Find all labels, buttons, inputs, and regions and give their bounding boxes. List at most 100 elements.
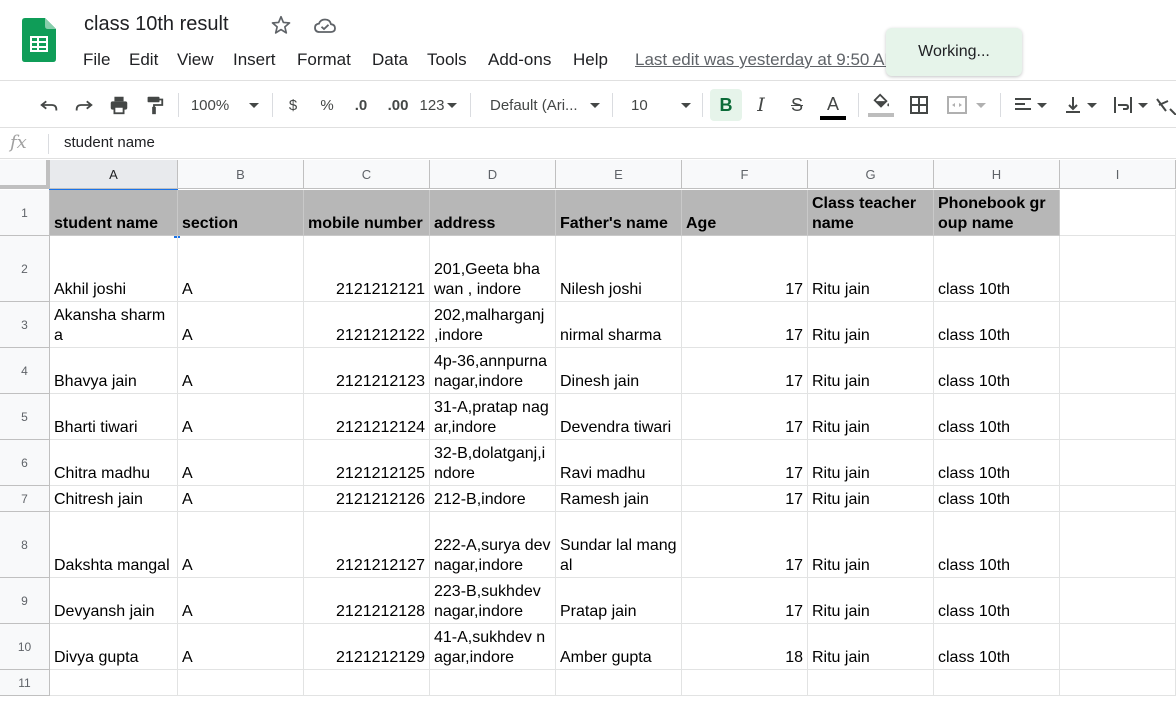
- cell-f4[interactable]: 17: [682, 348, 808, 394]
- column-header-f[interactable]: F: [682, 160, 808, 189]
- cell-i10[interactable]: [1060, 624, 1176, 670]
- cell-e6[interactable]: Ravi madhu: [556, 440, 682, 486]
- cloud-saved-icon[interactable]: [313, 15, 337, 37]
- cell-f2[interactable]: 17: [682, 236, 808, 302]
- cell-b2[interactable]: A: [178, 236, 304, 302]
- column-header-a[interactable]: A: [50, 160, 178, 189]
- cell-i7[interactable]: [1060, 486, 1176, 512]
- percent-format-button[interactable]: %: [314, 81, 340, 129]
- cell-c11[interactable]: [304, 670, 430, 696]
- currency-format-button[interactable]: $: [280, 81, 306, 129]
- vertical-align-icon[interactable]: [1058, 81, 1102, 129]
- cell-h11[interactable]: [934, 670, 1060, 696]
- more-formats-select[interactable]: 123: [418, 81, 458, 129]
- cell-h10[interactable]: class 10th: [934, 624, 1060, 670]
- merge-cells-icon[interactable]: [940, 81, 992, 129]
- zoom-select[interactable]: 100%: [186, 81, 264, 129]
- cell-a7[interactable]: Chitresh jain: [50, 486, 178, 512]
- cell-h3[interactable]: class 10th: [934, 302, 1060, 348]
- cell-c9[interactable]: 2121212128: [304, 578, 430, 624]
- cell-e3[interactable]: nirmal sharma: [556, 302, 682, 348]
- menu-tools[interactable]: Tools: [427, 50, 467, 70]
- cell-i11[interactable]: [1060, 670, 1176, 696]
- menu-insert[interactable]: Insert: [233, 50, 276, 70]
- cell-g6[interactable]: Ritu jain: [808, 440, 934, 486]
- cell-d4[interactable]: 4p-36,annpurna nagar,indore: [430, 348, 556, 394]
- column-header-h[interactable]: H: [934, 160, 1060, 189]
- menu-file[interactable]: File: [83, 50, 110, 70]
- cell-a8[interactable]: Dakshta mangal: [50, 512, 178, 578]
- cell-d8[interactable]: 222-A,surya dev nagar,indore: [430, 512, 556, 578]
- decrease-decimal-button[interactable]: .0: [346, 81, 376, 129]
- cell-g9[interactable]: Ritu jain: [808, 578, 934, 624]
- cell-e8[interactable]: Sundar lal mangal: [556, 512, 682, 578]
- cell-f1[interactable]: Age: [682, 190, 808, 236]
- cell-h1[interactable]: Phonebook group name: [934, 190, 1060, 236]
- cell-g11[interactable]: [808, 670, 934, 696]
- redo-icon[interactable]: [69, 81, 99, 129]
- cell-b7[interactable]: A: [178, 486, 304, 512]
- row-header-2[interactable]: 2: [0, 236, 50, 302]
- cell-a10[interactable]: Divya gupta: [50, 624, 178, 670]
- row-header-6[interactable]: 6: [0, 440, 50, 486]
- font-size-select[interactable]: 10: [620, 81, 696, 129]
- cell-b10[interactable]: A: [178, 624, 304, 670]
- row-header-5[interactable]: 5: [0, 394, 50, 440]
- cell-d2[interactable]: 201,Geeta bhawan , indore: [430, 236, 556, 302]
- column-header-i[interactable]: I: [1060, 160, 1176, 189]
- cell-d9[interactable]: 223-B,sukhdev nagar,indore: [430, 578, 556, 624]
- cell-h5[interactable]: class 10th: [934, 394, 1060, 440]
- cell-c8[interactable]: 2121212127: [304, 512, 430, 578]
- cell-g3[interactable]: Ritu jain: [808, 302, 934, 348]
- cell-f6[interactable]: 17: [682, 440, 808, 486]
- cell-c5[interactable]: 2121212124: [304, 394, 430, 440]
- column-header-g[interactable]: G: [808, 160, 934, 189]
- cell-e1[interactable]: Father's name: [556, 190, 682, 236]
- cell-h6[interactable]: class 10th: [934, 440, 1060, 486]
- sheets-logo-icon[interactable]: [22, 18, 56, 62]
- cell-g7[interactable]: Ritu jain: [808, 486, 934, 512]
- undo-icon[interactable]: [34, 81, 64, 129]
- formula-input[interactable]: student name: [64, 134, 155, 151]
- cell-c4[interactable]: 2121212123: [304, 348, 430, 394]
- cell-b8[interactable]: A: [178, 512, 304, 578]
- cell-d10[interactable]: 41-A,sukhdev nagar,indore: [430, 624, 556, 670]
- cell-a4[interactable]: Bhavya jain: [50, 348, 178, 394]
- cell-b5[interactable]: A: [178, 394, 304, 440]
- italic-button[interactable]: I: [748, 81, 774, 129]
- cell-i1[interactable]: [1060, 190, 1176, 236]
- column-header-b[interactable]: B: [178, 160, 304, 189]
- row-header-9[interactable]: 9: [0, 578, 50, 624]
- cell-c6[interactable]: 2121212125: [304, 440, 430, 486]
- row-header-8[interactable]: 8: [0, 512, 50, 578]
- cell-i5[interactable]: [1060, 394, 1176, 440]
- menu-data[interactable]: Data: [372, 50, 408, 70]
- cell-h4[interactable]: class 10th: [934, 348, 1060, 394]
- cell-f9[interactable]: 17: [682, 578, 808, 624]
- cell-e10[interactable]: Amber gupta: [556, 624, 682, 670]
- column-header-e[interactable]: E: [556, 160, 682, 189]
- menu-view[interactable]: View: [177, 50, 214, 70]
- select-all-corner[interactable]: [0, 160, 50, 189]
- cell-f3[interactable]: 17: [682, 302, 808, 348]
- cell-e4[interactable]: Dinesh jain: [556, 348, 682, 394]
- cell-g10[interactable]: Ritu jain: [808, 624, 934, 670]
- cell-f11[interactable]: [682, 670, 808, 696]
- row-header-4[interactable]: 4: [0, 348, 50, 394]
- cell-c2[interactable]: 2121212121: [304, 236, 430, 302]
- cell-c3[interactable]: 2121212122: [304, 302, 430, 348]
- cell-d6[interactable]: 32-B,dolatganj,indore: [430, 440, 556, 486]
- cell-h7[interactable]: class 10th: [934, 486, 1060, 512]
- cell-e9[interactable]: Pratap jain: [556, 578, 682, 624]
- cell-b1[interactable]: section: [178, 190, 304, 236]
- cell-e5[interactable]: Devendra tiwari: [556, 394, 682, 440]
- cell-c7[interactable]: 2121212126: [304, 486, 430, 512]
- cell-d11[interactable]: [430, 670, 556, 696]
- cell-b6[interactable]: A: [178, 440, 304, 486]
- menu-addons[interactable]: Add-ons: [488, 50, 551, 70]
- cell-c10[interactable]: 2121212129: [304, 624, 430, 670]
- cell-a2[interactable]: Akhil joshi: [50, 236, 178, 302]
- cell-g1[interactable]: Class teacher name: [808, 190, 934, 236]
- cell-f8[interactable]: 17: [682, 512, 808, 578]
- cell-a9[interactable]: Devyansh jain: [50, 578, 178, 624]
